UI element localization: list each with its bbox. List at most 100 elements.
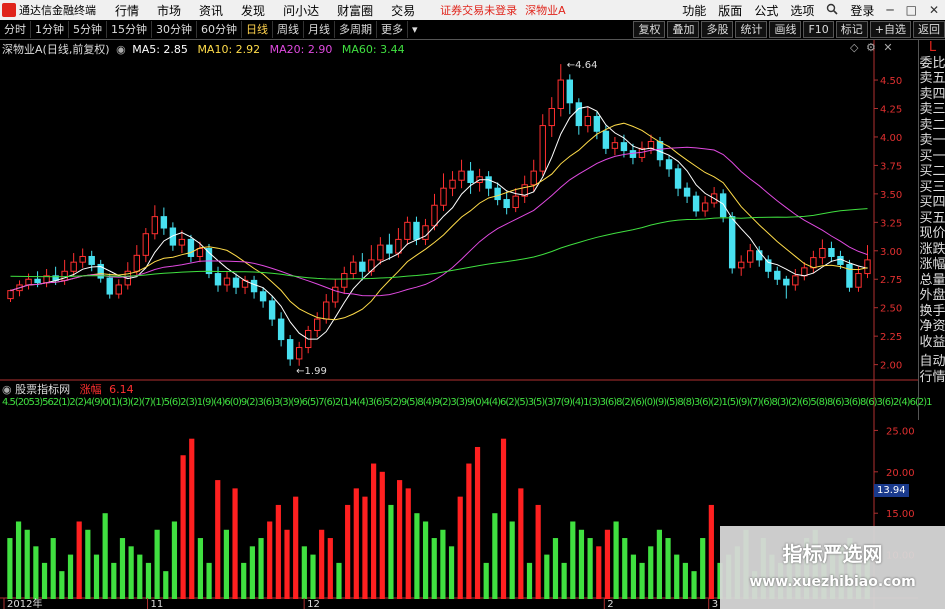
indicator-bar-70	[613, 521, 619, 599]
period-30min[interactable]: 30分钟	[152, 21, 197, 38]
menu-formula[interactable]: 公式	[754, 2, 778, 19]
menu-item-wealth[interactable]: 财富圈	[337, 2, 373, 19]
period-intraday[interactable]: 分时	[0, 21, 31, 38]
indicator-bar-72	[630, 554, 637, 599]
adjust-button[interactable]: 复权	[633, 21, 666, 38]
candle-86	[783, 275, 790, 299]
indicator-bar-16	[145, 562, 152, 599]
menu-item-market[interactable]: 市场	[157, 2, 181, 19]
indicator-bar-46	[405, 488, 411, 599]
candle-body	[106, 277, 113, 295]
candle-27	[250, 275, 258, 299]
candle-25	[232, 273, 240, 295]
indicator-bar-17	[154, 529, 160, 599]
candle-63	[575, 98, 583, 135]
settings-circle-icon[interactable]: ◉	[116, 43, 126, 56]
candle-body	[566, 79, 574, 104]
indicator-bar-45	[396, 480, 403, 599]
add-favorite-button[interactable]: +自选	[869, 21, 911, 38]
period-daily[interactable]: 日线	[242, 21, 273, 38]
diamond-icon[interactable]: ◇	[850, 41, 858, 54]
candle-body	[7, 290, 14, 300]
menu-function[interactable]: 功能	[682, 2, 706, 19]
draw-line-button[interactable]: 画线	[769, 21, 802, 38]
indicator-bar-19	[171, 521, 178, 599]
indicator-bar-20	[180, 455, 186, 599]
candle-4	[43, 269, 50, 288]
indicator-bar-77	[674, 554, 680, 599]
panel-item-earnings: 收益	[919, 334, 945, 350]
candle-body	[187, 238, 195, 257]
indicator-bar-26	[232, 488, 238, 599]
candle-61	[557, 64, 564, 117]
period-more[interactable]: 更多	[377, 21, 408, 38]
period-monthly[interactable]: 月线	[304, 21, 335, 38]
candle-15	[142, 228, 150, 263]
panel-item-net-assets: 净资	[919, 319, 945, 334]
panel-item-buy2: 买二	[919, 164, 945, 179]
period-weekly[interactable]: 周线	[273, 21, 304, 38]
period-60min[interactable]: 60分钟	[197, 21, 242, 38]
menu-options[interactable]: 选项	[790, 2, 814, 19]
panel-item-L[interactable]: L	[919, 40, 945, 56]
candle-body	[359, 261, 366, 272]
overlay-button[interactable]: 叠加	[667, 21, 700, 38]
indicator-bar-49	[431, 538, 437, 599]
indicator-bar-61	[535, 504, 541, 599]
gear-icon[interactable]: ⚙	[866, 41, 876, 54]
menu-item-news[interactable]: 资讯	[199, 2, 223, 19]
menu-item-discover[interactable]: 发现	[241, 2, 265, 19]
candle-body	[620, 142, 628, 152]
period-5min[interactable]: 5分钟	[69, 21, 107, 38]
candle-32	[295, 341, 303, 366]
close-button[interactable]: ✕	[929, 3, 939, 17]
candle-body	[79, 255, 86, 263]
panel-item-auto[interactable]: 自动	[919, 354, 945, 370]
date-label-0: 2012年	[7, 597, 42, 609]
candle-body	[404, 221, 411, 240]
high-label: ←4.64	[567, 60, 598, 71]
panel-item-sell1: 卖一	[919, 133, 945, 148]
candle-body	[115, 284, 122, 295]
candle-95	[864, 245, 871, 279]
indicator-bar-6	[59, 571, 65, 599]
indicator-bar-13	[119, 538, 126, 599]
candle-body	[386, 244, 393, 254]
maximize-button[interactable]: □	[906, 3, 917, 17]
settings-circle-icon-2[interactable]: ◉	[2, 383, 12, 396]
menu-item-trade[interactable]: 交易	[391, 2, 415, 19]
statistics-button[interactable]: 统计	[735, 21, 768, 38]
candle-8	[79, 248, 86, 268]
minimize-button[interactable]: ─	[886, 3, 893, 17]
indicator-bar-55	[483, 562, 489, 599]
candle-body	[250, 279, 258, 293]
watermark-url: www.xuezhibiao.com	[749, 574, 916, 590]
indicator-bar-53	[466, 463, 472, 599]
period-1min[interactable]: 1分钟	[31, 21, 69, 38]
close-icon[interactable]: ✕	[883, 41, 892, 54]
indicator-param-value: 6.14	[109, 383, 134, 396]
menu-item-quotes[interactable]: 行情	[115, 2, 139, 19]
multi-stock-button[interactable]: 多股	[701, 21, 734, 38]
chart-area[interactable]: 4.50 4.25 4.00 3.75 3.50 3.25 3.00 2.75 2.50 2.25…	[0, 40, 918, 609]
candle-44	[404, 216, 411, 246]
panel-item-quotes[interactable]: 行情	[919, 370, 945, 386]
period-multi[interactable]: 多周期	[335, 21, 377, 38]
login-button[interactable]: 登录	[850, 2, 874, 19]
indicator-bar-22	[197, 538, 204, 599]
candle-30	[277, 312, 285, 347]
mark-button[interactable]: 标记	[835, 21, 868, 38]
menu-layout[interactable]: 版面	[718, 2, 742, 19]
chevron-down-icon[interactable]: ▾	[408, 21, 422, 38]
menu-item-ask[interactable]: 问小达	[283, 2, 319, 19]
candle-23	[214, 266, 222, 292]
indicator-bar-41	[362, 496, 368, 599]
f10-button[interactable]: F10	[803, 21, 834, 38]
search-icon[interactable]	[826, 3, 838, 18]
indicator-bar-23	[206, 562, 212, 599]
login-status[interactable]: 证券交易未登录	[440, 2, 517, 18]
indicator-bar-60	[526, 562, 533, 599]
back-button[interactable]: 返回	[913, 21, 945, 38]
indicator-bar-14	[128, 546, 134, 599]
period-15min[interactable]: 15分钟	[107, 21, 152, 38]
